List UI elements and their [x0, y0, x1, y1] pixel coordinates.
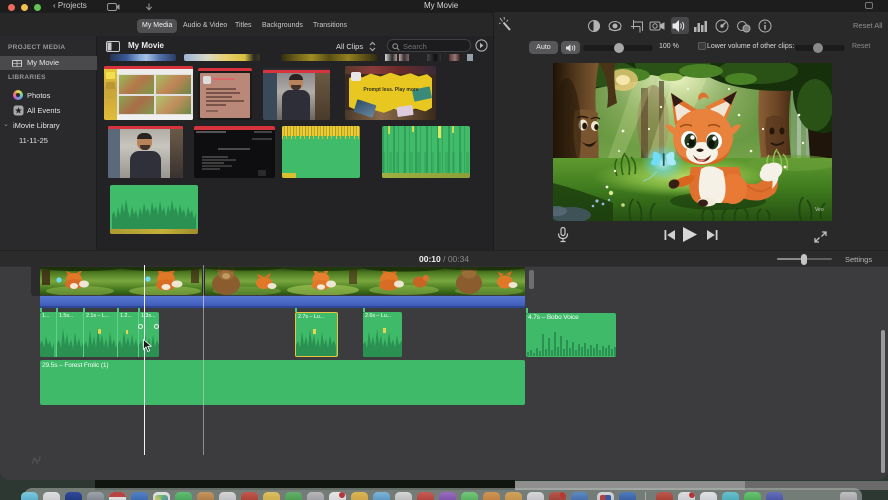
- svg-text:Veo: Veo: [815, 207, 824, 213]
